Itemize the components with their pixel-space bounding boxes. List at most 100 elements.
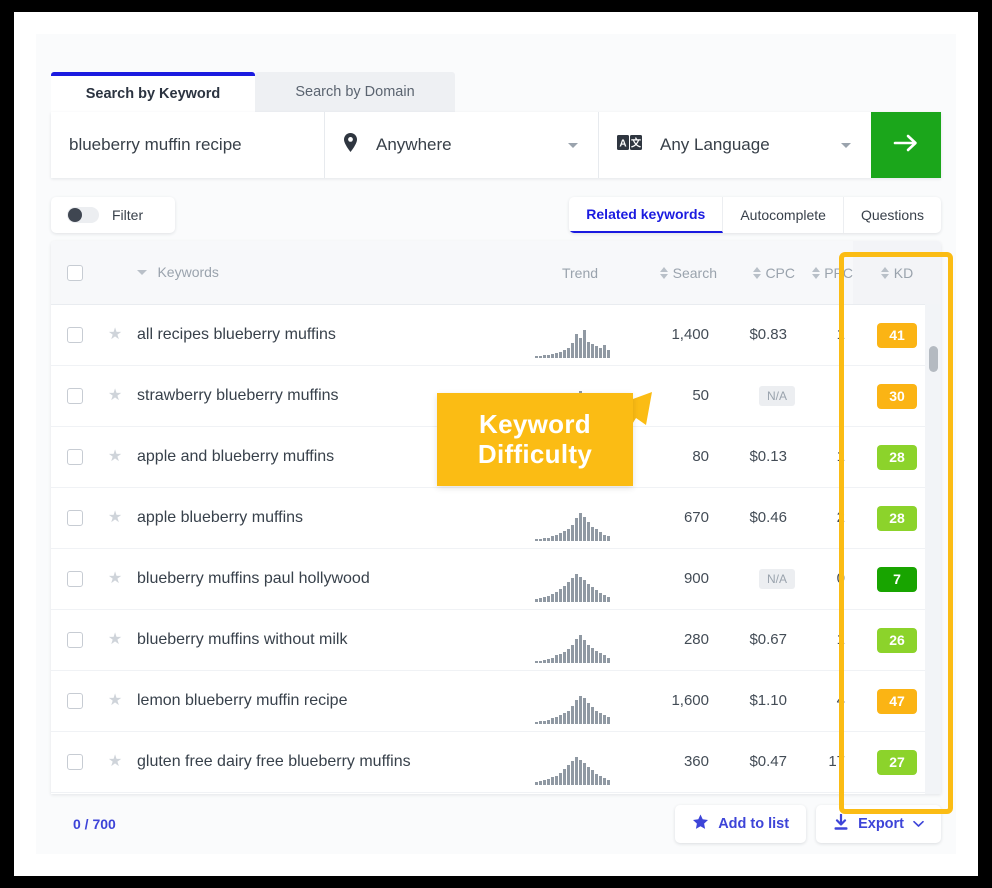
select-all-checkbox[interactable]: [67, 264, 83, 281]
location-select[interactable]: Anywhere: [325, 112, 599, 178]
chevron-down-icon: [913, 816, 924, 832]
keyword-cell[interactable]: blueberry muffins without milk: [131, 631, 521, 649]
trend-sparkline: [535, 633, 631, 663]
row-favorite-cell: ★: [99, 449, 131, 465]
column-header-keywords[interactable]: Keywords: [131, 264, 521, 282]
callout-line-1: Keyword: [479, 408, 591, 439]
kd-badge: 26: [877, 627, 917, 653]
keyword-cell[interactable]: lemon blueberry muffin recipe: [131, 692, 521, 710]
table-row[interactable]: ★ lemon blueberry muffin recipe 1,600 $1.10…: [51, 671, 941, 732]
table-row[interactable]: ★ apple blueberry muffins 670 $0.46 2 28: [51, 488, 941, 549]
row-checkbox-cell: [51, 388, 99, 404]
column-header-kd[interactable]: KD: [853, 241, 941, 304]
tab-related-keywords[interactable]: Related keywords: [569, 197, 724, 233]
language-select[interactable]: A 文 Any Language: [599, 112, 871, 178]
row-checkbox[interactable]: [67, 632, 83, 648]
star-icon: [692, 814, 709, 834]
row-checkbox-cell: [51, 327, 99, 343]
search-bar: blueberry muffin recipe Anywhere A 文 Any…: [51, 112, 941, 178]
row-checkbox[interactable]: [67, 449, 83, 465]
star-icon[interactable]: ★: [108, 449, 122, 465]
search-mode-tabs: Search by Keyword Search by Domain: [51, 72, 455, 112]
filter-toggle[interactable]: [67, 207, 99, 223]
row-checkbox[interactable]: [67, 388, 83, 404]
row-checkbox[interactable]: [67, 510, 83, 526]
row-checkbox[interactable]: [67, 571, 83, 587]
tab-search-by-keyword-label: Search by Keyword: [85, 86, 221, 102]
star-icon[interactable]: ★: [108, 510, 122, 526]
star-icon[interactable]: ★: [108, 388, 122, 404]
chevron-down-icon: [841, 143, 851, 148]
ppc-value: [845, 387, 853, 404]
sort-icon: [881, 266, 890, 279]
star-icon[interactable]: ★: [108, 327, 122, 343]
row-checkbox-cell: [51, 693, 99, 709]
cpc-value: $1.10: [749, 692, 787, 709]
ppc-cell: 4: [795, 692, 853, 710]
ppc-value: 1: [836, 326, 845, 343]
row-checkbox[interactable]: [67, 754, 83, 770]
cpc-cell: N/A: [717, 569, 795, 589]
screenshot-frame: Search by Keyword Search by Domain blueb…: [14, 12, 978, 876]
search-submit-button[interactable]: [871, 112, 941, 178]
export-button[interactable]: Export: [816, 805, 941, 843]
keyword-cell[interactable]: blueberry muffins paul hollywood: [131, 570, 521, 588]
ppc-value: 4: [836, 692, 845, 709]
search-volume-cell: 1,600: [639, 692, 717, 710]
ppc-cell: 1: [795, 631, 853, 649]
kd-badge: 28: [877, 505, 917, 531]
star-icon[interactable]: ★: [108, 632, 122, 648]
cpc-cell: $0.13: [717, 448, 795, 466]
keyword-text: apple and blueberry muffins: [137, 448, 335, 465]
keyword-cell[interactable]: gluten free dairy free blueberry muffins: [131, 753, 521, 771]
table-scrollbar-thumb[interactable]: [929, 346, 938, 372]
tab-search-by-domain[interactable]: Search by Domain: [255, 72, 455, 112]
add-to-list-button[interactable]: Add to list: [675, 805, 807, 843]
column-header-trend-label: Trend: [561, 264, 599, 281]
table-row[interactable]: ★ gluten free dairy free blueberry muffin…: [51, 732, 941, 793]
export-label: Export: [858, 816, 904, 832]
table-row[interactable]: ★ all recipes blueberry muffins 1,400 $0.83…: [51, 305, 941, 366]
star-icon[interactable]: ★: [108, 754, 122, 770]
row-checkbox[interactable]: [67, 327, 83, 343]
table-body: ★ all recipes blueberry muffins 1,400 $0.83…: [51, 305, 941, 793]
star-icon[interactable]: ★: [108, 693, 122, 709]
tab-search-by-keyword[interactable]: Search by Keyword: [51, 72, 255, 112]
download-icon: [833, 813, 849, 835]
translate-icon: A 文: [617, 135, 642, 155]
search-volume-cell: 360: [639, 753, 717, 771]
cpc-value: $0.67: [749, 631, 787, 648]
caret-down-icon: [137, 269, 147, 275]
keyword-input[interactable]: blueberry muffin recipe: [51, 112, 325, 178]
table-row[interactable]: ★ blueberry muffins without milk 280 $0.67 1…: [51, 610, 941, 671]
tab-autocomplete[interactable]: Autocomplete: [723, 197, 844, 233]
tab-questions-label: Questions: [860, 207, 924, 223]
search-volume-value: 1,600: [671, 692, 709, 709]
ppc-value: 17: [828, 753, 845, 770]
table-scrollbar[interactable]: [925, 304, 941, 794]
select-all-checkbox-cell: [51, 264, 99, 281]
keyword-explorer-page: Search by Keyword Search by Domain blueb…: [36, 34, 956, 854]
column-header-search[interactable]: Search: [639, 265, 717, 281]
cpc-cell: $1.10: [717, 692, 795, 710]
sort-icon: [660, 266, 669, 279]
column-header-cpc[interactable]: CPC: [717, 265, 795, 281]
tab-questions[interactable]: Questions: [844, 197, 941, 233]
column-header-ppc[interactable]: PPC: [795, 265, 853, 281]
table-footer: 0 / 700 Add to list Export: [51, 794, 941, 854]
keyword-cell[interactable]: all recipes blueberry muffins: [131, 326, 521, 344]
keyword-cell[interactable]: apple blueberry muffins: [131, 509, 521, 527]
cpc-value: $0.13: [749, 448, 787, 465]
row-favorite-cell: ★: [99, 693, 131, 709]
search-volume-value: 50: [692, 387, 709, 404]
ppc-value: 1: [836, 448, 845, 465]
filter-button[interactable]: Filter: [51, 197, 175, 233]
cpc-cell: N/A: [717, 386, 795, 406]
table-row[interactable]: ★ blueberry muffins paul hollywood 900 N/A 0…: [51, 549, 941, 610]
star-icon[interactable]: ★: [108, 571, 122, 587]
keywords-table: Keywords Trend Search CPC PPC KD ★ all r…: [51, 241, 941, 794]
column-header-kd-label: KD: [893, 264, 914, 281]
row-checkbox[interactable]: [67, 693, 83, 709]
trend-sparkline: [535, 328, 631, 358]
cpc-na-badge: N/A: [758, 386, 795, 406]
